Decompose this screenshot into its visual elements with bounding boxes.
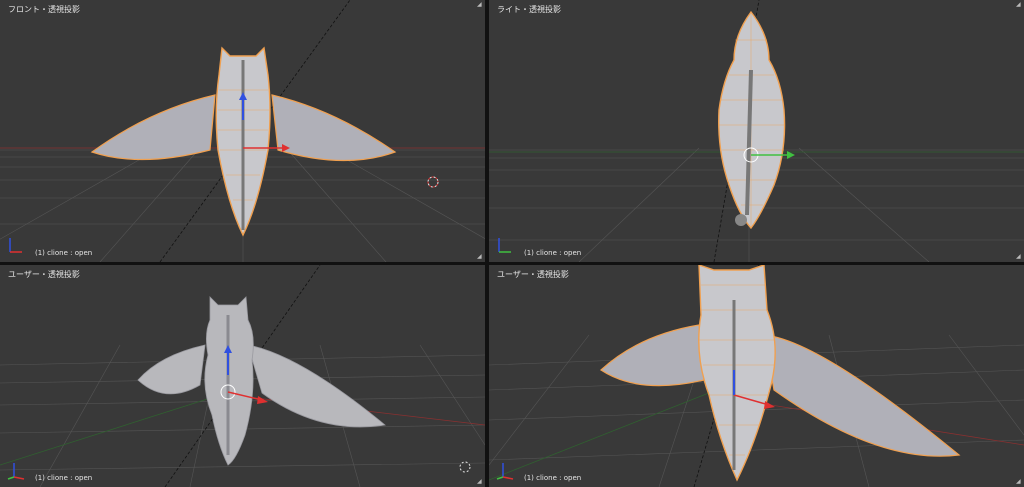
viewport-title: ユーザー・透視投影: [8, 270, 80, 279]
object-info: (1) clione : open: [35, 249, 93, 257]
scene-front: [0, 0, 485, 262]
viewport-front[interactable]: フロント・透視投影 (1) clione : open ◢ ◢: [0, 0, 485, 262]
axis-gizmo-icon: [498, 238, 511, 253]
viewport-title: ライト・透視投影: [497, 5, 561, 14]
axis-gizmo-icon: [496, 463, 514, 480]
object-info: (1) clione : open: [524, 249, 582, 257]
object-info: (1) clione : open: [35, 474, 93, 482]
viewport-title: フロント・透視投影: [8, 5, 80, 14]
viewport-user-wire[interactable]: ユーザー・透視投影 (1) clione : open ◢: [489, 265, 1024, 487]
quad-view: フロント・透視投影 (1) clione : open ◢ ◢ ライト・透視投影…: [0, 0, 1024, 487]
corner-handle-icon[interactable]: ◢: [477, 254, 483, 260]
object-info: (1) clione : open: [524, 474, 582, 482]
corner-handle-icon[interactable]: ◢: [1016, 254, 1022, 260]
corner-handle-icon[interactable]: ◢: [477, 479, 483, 485]
viewport-user-solid[interactable]: ユーザー・透視投影 (1) clione : open ◢: [0, 265, 485, 487]
viewport-right[interactable]: ライト・透視投影 (1) clione : open ◢ ◢: [489, 0, 1024, 262]
corner-handle-icon[interactable]: ◢: [1016, 2, 1022, 8]
corner-handle-icon[interactable]: ◢: [477, 2, 483, 8]
viewport-title: ユーザー・透視投影: [497, 270, 569, 279]
scene-user-wire: [489, 265, 1024, 487]
axis-gizmo-icon: [7, 463, 25, 480]
scene-right: [489, 0, 1024, 262]
axis-gizmo-icon: [9, 238, 22, 253]
corner-handle-icon[interactable]: ◢: [1016, 479, 1022, 485]
scene-user-solid: [0, 265, 485, 487]
